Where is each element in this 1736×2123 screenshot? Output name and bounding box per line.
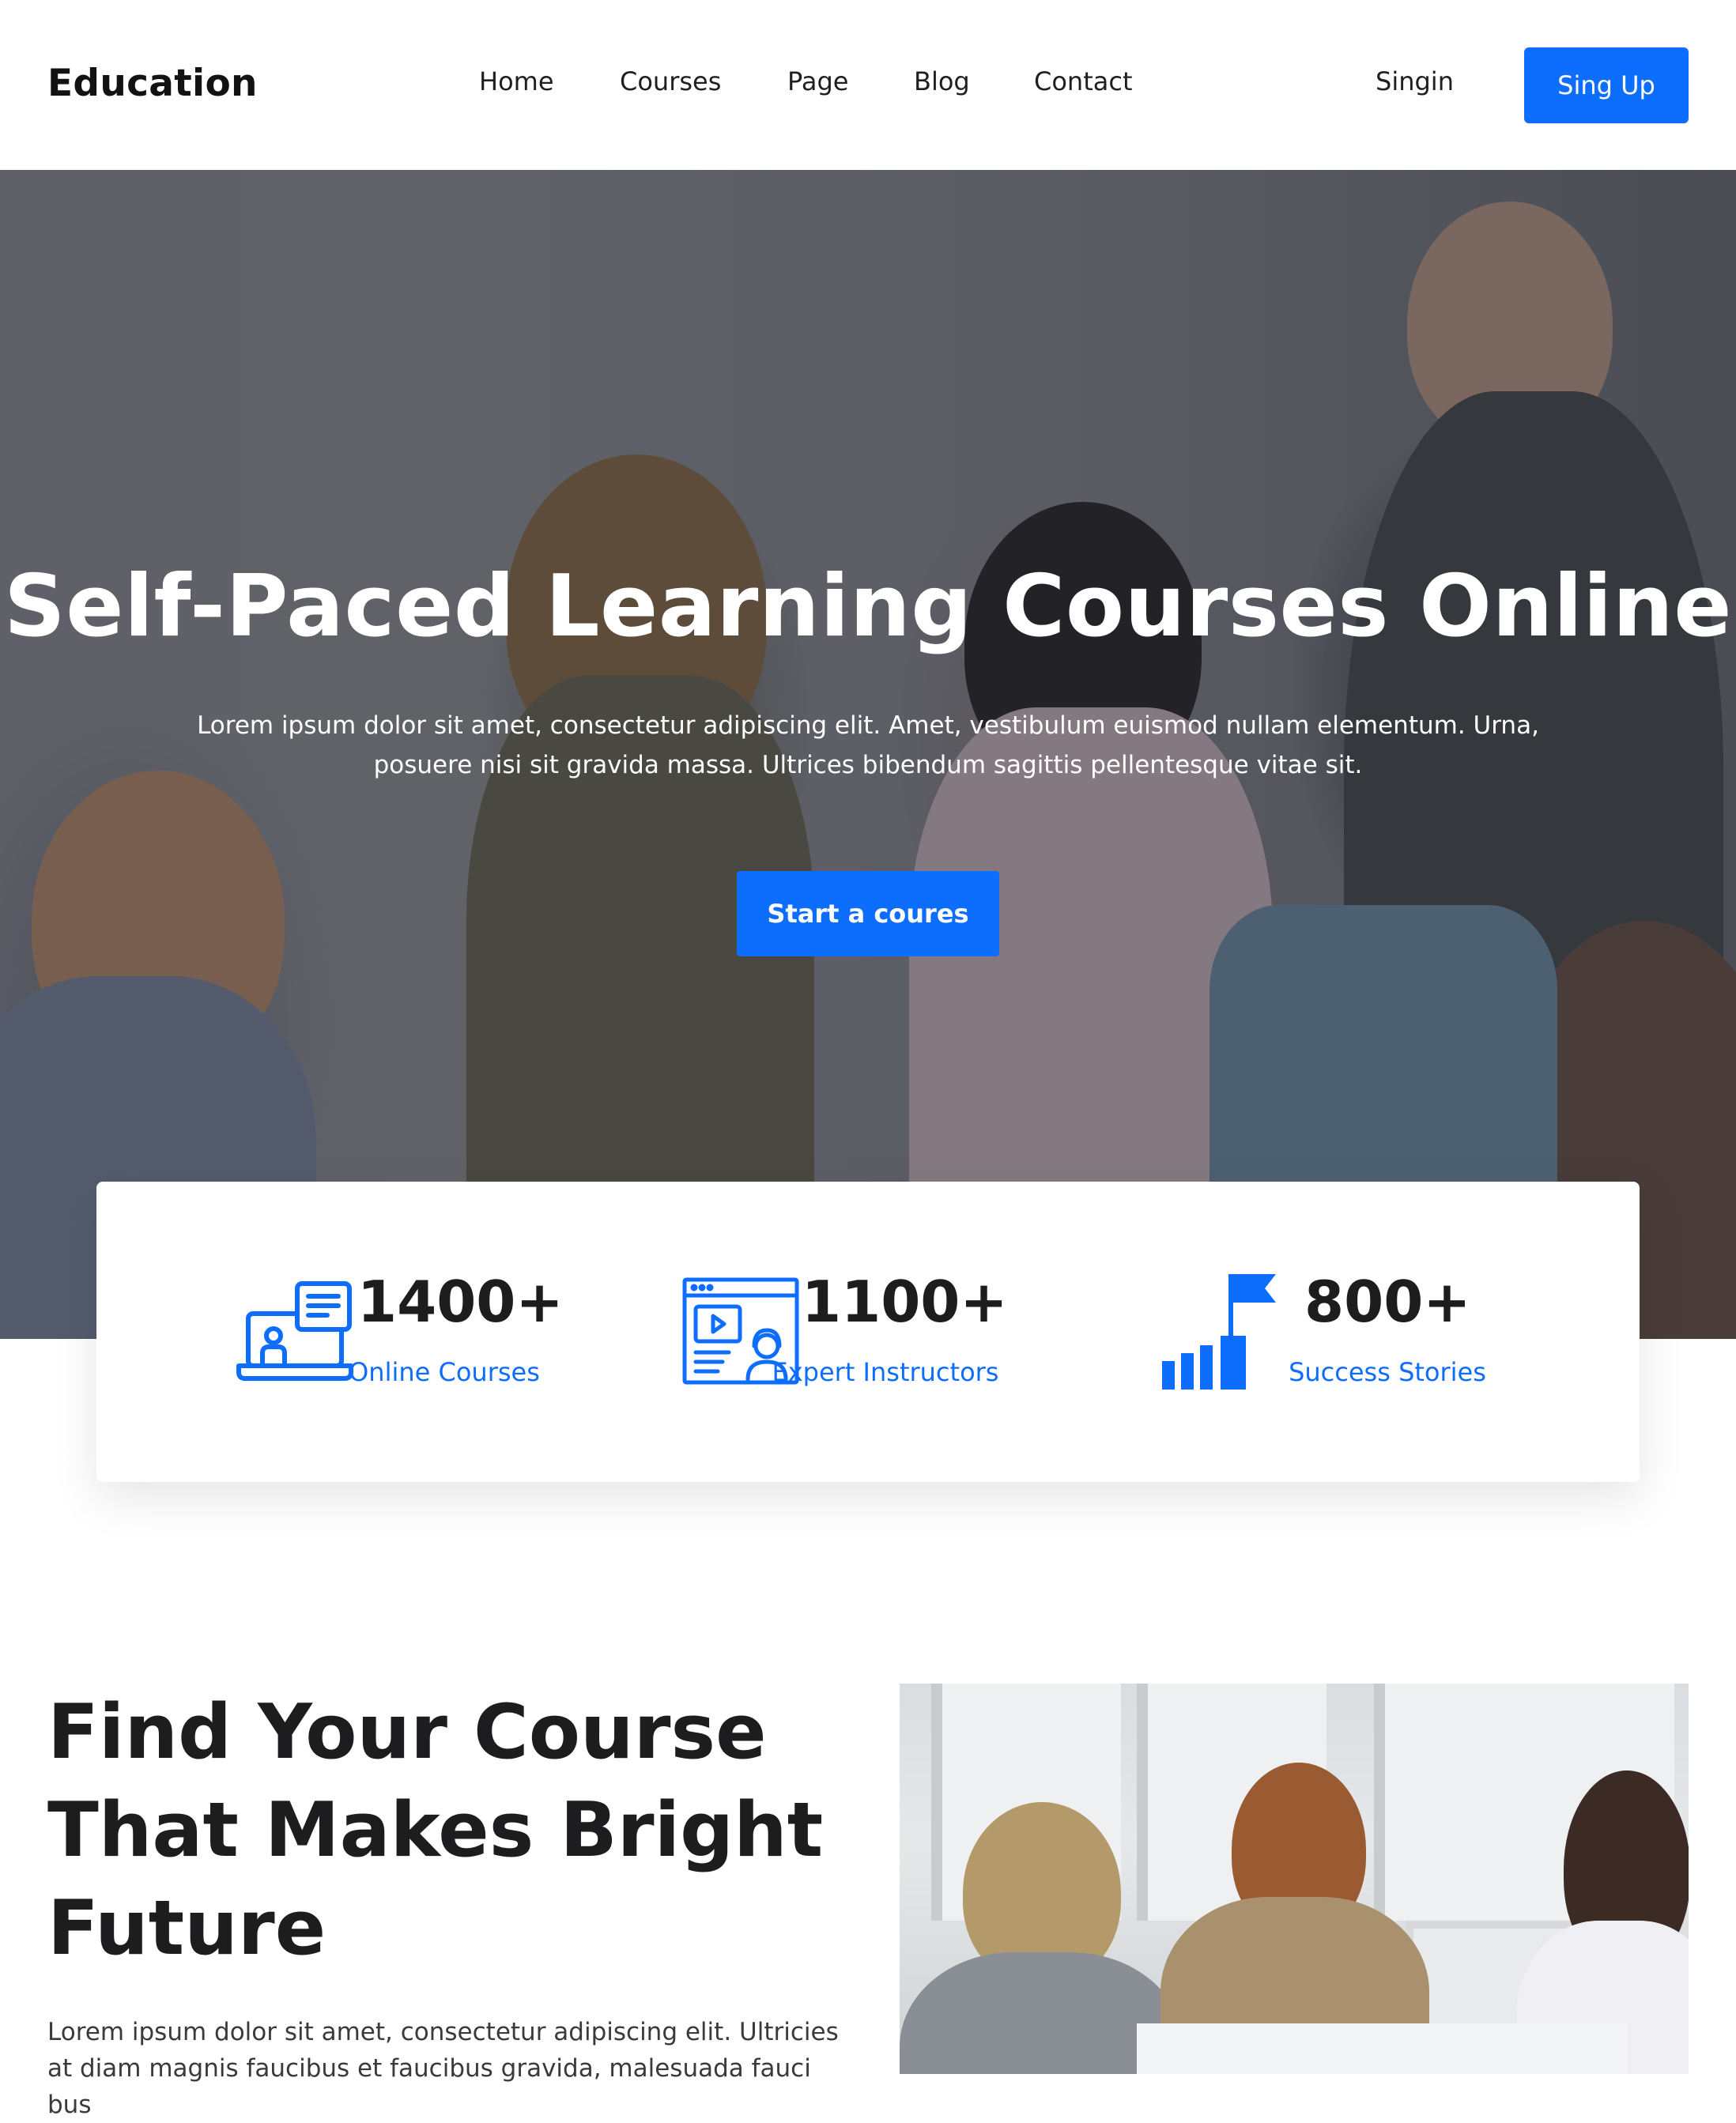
signup-button[interactable]: Sing Up [1524,47,1689,123]
stat-success-stories: 800+ Success Stories [1108,1182,1640,1482]
stat-value: 800+ [1304,1269,1471,1335]
stat-label: Success Stories [1289,1357,1486,1387]
stat-label: Online Courses [349,1357,540,1387]
stat-value: 1400+ [357,1269,564,1335]
hero-content: Self-Paced Learning Courses Online Lorem… [0,170,1736,1339]
growth-flag-icon [1160,1273,1279,1394]
nav-link-blog[interactable]: Blog [914,66,970,96]
brand-logo[interactable]: Education [47,62,258,105]
navbar: Education Home Courses Page Blog Contact… [0,0,1736,170]
nav-link-contact[interactable]: Contact [1034,66,1133,96]
find-course-title-line: That Makes Bright [47,1787,824,1874]
stat-expert-instructors: 1100+ Expert Instructors [602,1182,1108,1482]
stat-label: Expert Instructors [772,1357,999,1387]
start-course-button[interactable]: Start a coures [737,871,999,956]
hero-subtitle: Lorem ipsum dolor sit amet, consectetur … [197,711,1539,779]
hero-title: Self-Paced Learning Courses Online [3,557,1733,656]
find-course-title-line: Find Your Course [47,1689,767,1776]
find-course-title: Find Your Course That Makes Bright Futur… [47,1684,838,1978]
stat-value: 1100+ [802,1269,1008,1335]
find-course-text: Lorem ipsum dolor sit amet, consectetur … [47,2018,839,2119]
stat-online-courses: 1400+ Online Courses [96,1182,602,1482]
find-course-title-line: Future [47,1885,326,1972]
stats-card: 1400+ Online Courses 1100+ Expert Instru… [96,1182,1640,1482]
hero-section: Self-Paced Learning Courses Online Lorem… [0,170,1736,1339]
nav-link-courses[interactable]: Courses [620,66,721,96]
signin-link[interactable]: Singin [1376,66,1454,96]
nav-link-page[interactable]: Page [787,66,848,96]
nav-link-home[interactable]: Home [479,66,554,96]
students-photo [900,1684,1689,2074]
